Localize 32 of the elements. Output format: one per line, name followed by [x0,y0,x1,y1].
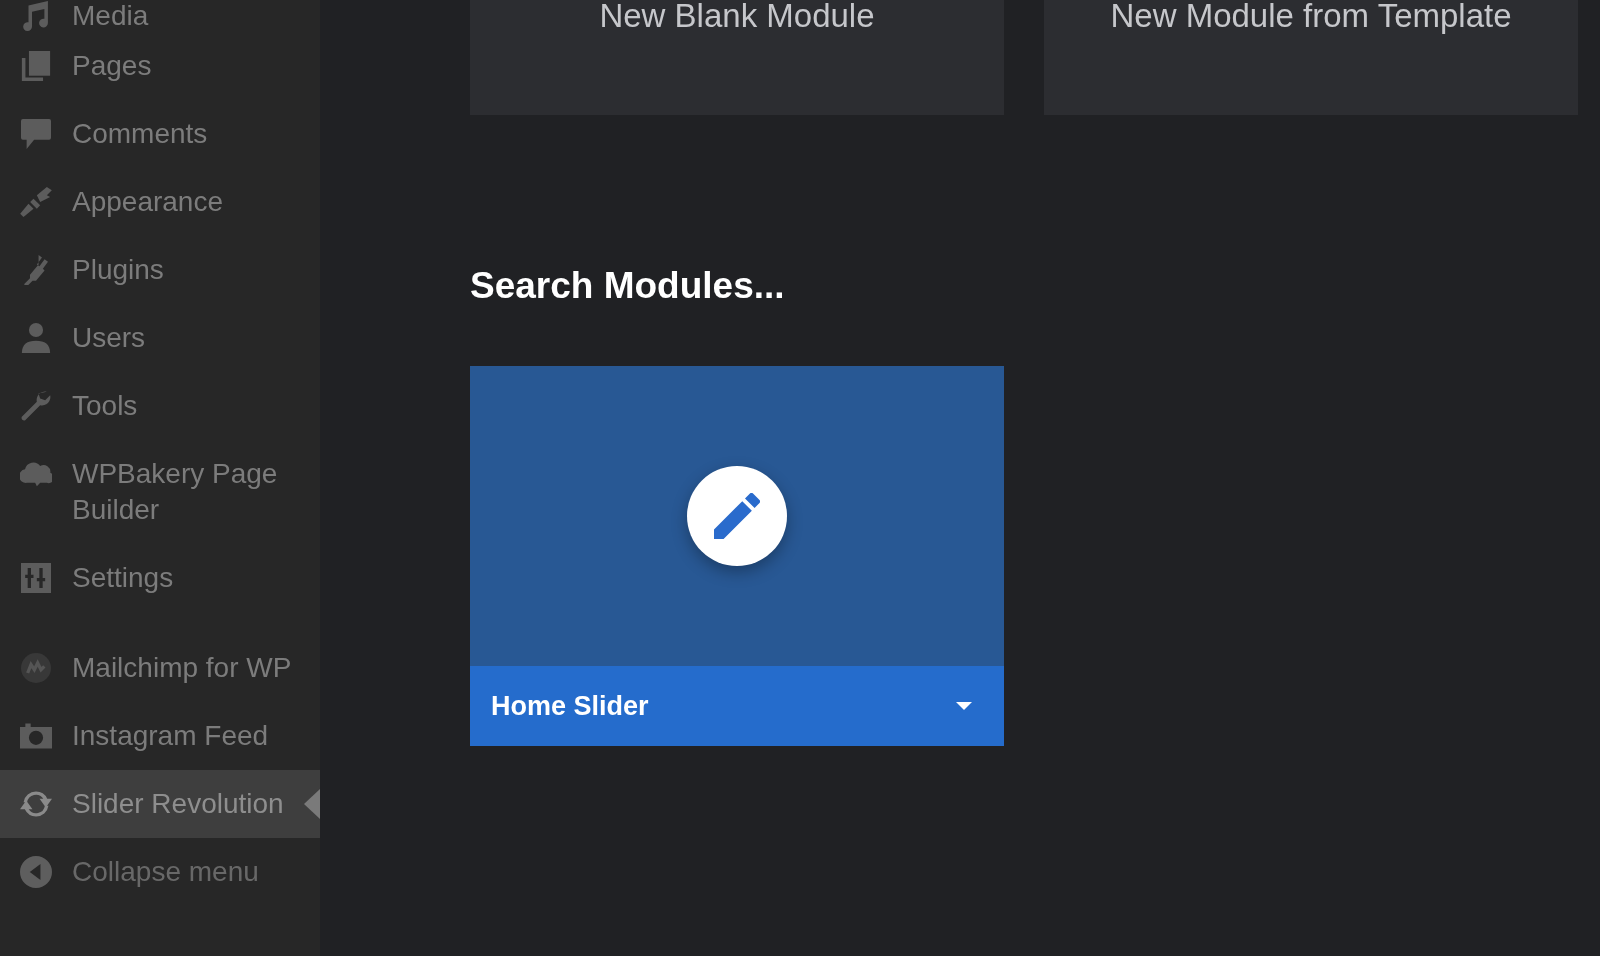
caret-icon [956,702,972,710]
sidebar-menu-item[interactable]: Tools [0,372,320,440]
cloud-icon [20,459,52,489]
collapse-menu-button[interactable]: Collapse menu [0,838,320,906]
pages-icon [20,51,52,81]
sliders-icon [20,563,52,593]
module-title: Home Slider [491,690,650,723]
edit-button[interactable] [687,466,787,566]
selection-arrow-icon [304,789,320,819]
sidebar-menu-item[interactable]: Instagram Feed [0,702,320,770]
paintbrush-icon [20,187,52,217]
round-logo-icon [20,653,52,683]
sidebar-menu-item[interactable]: Settings [0,544,320,612]
refresh-icon [20,789,52,819]
speech-bubble-icon [20,119,52,149]
camera-icon [20,721,52,751]
search-field[interactable]: Search Modules... [470,261,890,311]
sidebar-menu-item[interactable]: Appearance [0,168,320,236]
pencil-icon [714,493,760,539]
sidebar-menu-item[interactable]: Pages [0,32,320,100]
sidebar-menu-item[interactable]: Comments [0,100,320,168]
sidebar-menu-item[interactable]: WPBakery Page Builder [0,440,320,544]
sidebar-menu-item[interactable]: Mailchimp for WP [0,634,320,702]
wrench-icon [20,391,52,421]
sidebar-menu-item[interactable]: Plugins [0,236,320,304]
user-icon [20,323,52,353]
sidebar-menu-item[interactable]: Users [0,304,320,372]
sidebar-menu-item[interactable]: Slider Revolution [0,770,320,838]
new-module-button[interactable]: New Module from Template [1044,0,1578,115]
sidebar-menu-item[interactable]: Media [0,0,320,32]
collapse-icon [20,856,52,888]
new-module-button[interactable]: New Blank Module [470,0,1004,115]
